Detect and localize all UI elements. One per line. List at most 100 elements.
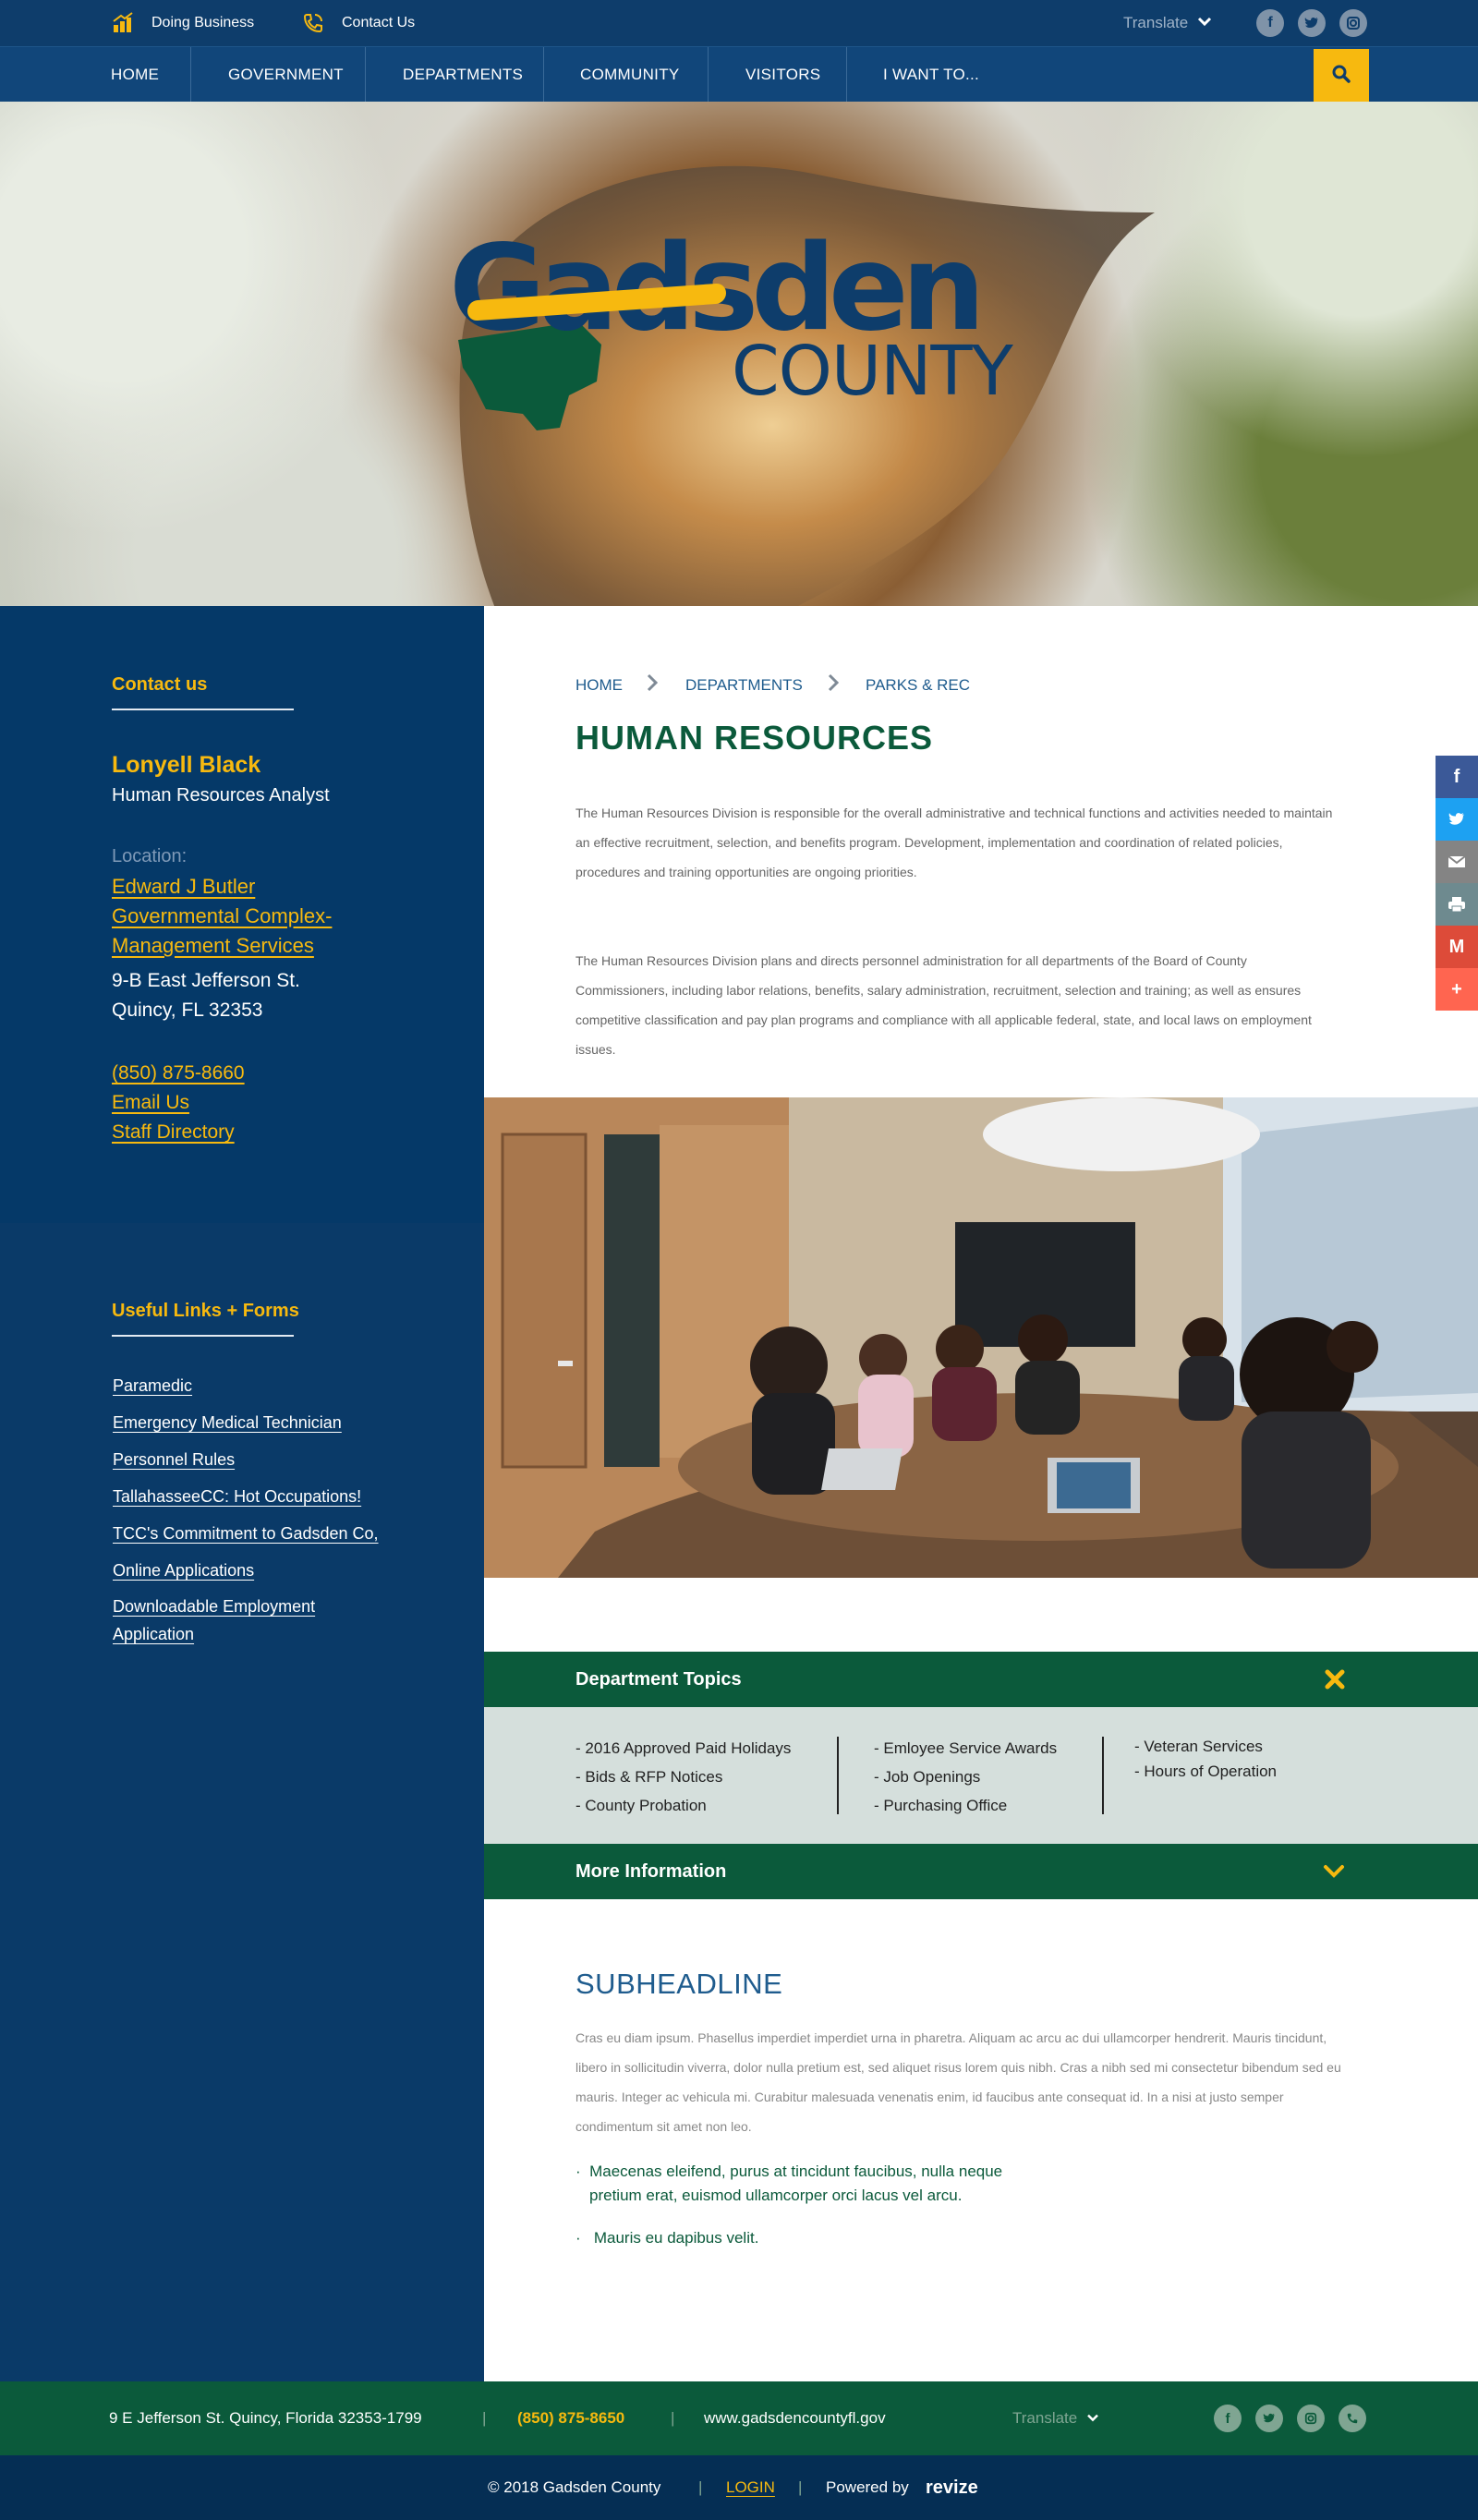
bullet-item: · Mauris eu dapibus velit. bbox=[575, 2226, 758, 2250]
share-email-icon[interactable] bbox=[1436, 841, 1478, 883]
contact-name: Lonyell Black bbox=[112, 752, 261, 778]
phone-link[interactable]: (850) 875-8660 bbox=[112, 1059, 245, 1088]
location-link-line: Edward J Butler bbox=[112, 875, 256, 898]
location-link[interactable]: Edward J Butler Governmental Complex- Ma… bbox=[112, 872, 332, 961]
link-downloadable-application-cont[interactable]: Application bbox=[113, 1625, 194, 1643]
bullet-item: · Maecenas eleifend, purus at tincidunt … bbox=[575, 2160, 1002, 2208]
topic-county-probation[interactable]: - County Probation bbox=[575, 1791, 791, 1820]
close-icon[interactable] bbox=[1325, 1669, 1345, 1690]
column-divider bbox=[837, 1737, 839, 1814]
address-line: 9-B East Jefferson St. bbox=[112, 970, 300, 991]
footer-address: 9 E Jefferson St. Quincy, Florida 32353-… bbox=[109, 2409, 422, 2427]
chevron-down-icon bbox=[1197, 14, 1212, 32]
email-link[interactable]: Email Us bbox=[112, 1088, 245, 1118]
link-personnel-rules[interactable]: Personnel Rules bbox=[113, 1450, 235, 1469]
location-link-line: Management Services bbox=[112, 934, 314, 957]
intro-paragraph-2: The Human Resources Division plans and d… bbox=[575, 953, 1312, 1057]
link-downloadable-application[interactable]: Downloadable Employment bbox=[113, 1597, 315, 1616]
nav-government[interactable]: GOVERNMENT bbox=[228, 47, 344, 103]
link-emt[interactable]: Emergency Medical Technician bbox=[113, 1413, 342, 1432]
footer-translate-label: Translate bbox=[1012, 2409, 1078, 2427]
nav-divider bbox=[365, 47, 366, 103]
useful-links-list: Paramedic Emergency Medical Technician P… bbox=[113, 1368, 379, 1649]
nav-i-want-to[interactable]: I WANT TO... bbox=[883, 47, 979, 103]
phone-icon bbox=[301, 11, 325, 35]
topic-veteran-services[interactable]: - Veteran Services bbox=[1134, 1734, 1277, 1759]
nav-community[interactable]: COMMUNITY bbox=[580, 47, 680, 103]
link-tcc-hot-occupations[interactable]: TallahasseeCC: Hot Occupations! bbox=[113, 1487, 361, 1506]
footer-phone-icon[interactable] bbox=[1339, 2405, 1366, 2432]
logo-wordmark-county: COUNTY bbox=[732, 332, 1013, 411]
footer-divider: | bbox=[671, 2409, 675, 2427]
bottom-bar: © 2018 Gadsden County | LOGIN | Powered … bbox=[0, 2455, 1478, 2520]
footer-translate[interactable]: Translate bbox=[1012, 2381, 1099, 2455]
department-topics-panel: - 2016 Approved Paid Holidays - Bids & R… bbox=[484, 1707, 1478, 1844]
location-label: Location: bbox=[112, 846, 188, 866]
footer: 9 E Jefferson St. Quincy, Florida 32353-… bbox=[0, 2381, 1478, 2455]
more-information-header[interactable]: More Information bbox=[484, 1844, 1478, 1899]
share-facebook-icon[interactable]: f bbox=[1436, 756, 1478, 798]
login-link[interactable]: LOGIN bbox=[726, 2455, 775, 2520]
chevron-right-icon bbox=[828, 673, 839, 692]
twitter-icon[interactable] bbox=[1298, 9, 1326, 37]
translate-dropdown[interactable]: Translate bbox=[1123, 0, 1212, 46]
heading-underline bbox=[112, 709, 294, 710]
footer-twitter-icon[interactable] bbox=[1255, 2405, 1283, 2432]
search-icon bbox=[1331, 64, 1351, 89]
link-paramedic[interactable]: Paramedic bbox=[113, 1376, 192, 1395]
topic-bids-rfp[interactable]: - Bids & RFP Notices bbox=[575, 1763, 791, 1791]
department-topics-header[interactable]: Department Topics bbox=[484, 1652, 1478, 1707]
instagram-icon[interactable] bbox=[1339, 9, 1367, 37]
doing-business-link[interactable]: Doing Business bbox=[111, 0, 254, 46]
more-information-title: More Information bbox=[575, 1860, 727, 1882]
breadcrumb-parks-rec[interactable]: PARKS & REC bbox=[866, 676, 970, 695]
chevron-down-icon bbox=[1087, 2414, 1099, 2422]
topic-service-awards[interactable]: - Emloyee Service Awards bbox=[874, 1734, 1057, 1763]
footer-phone[interactable]: (850) 875-8650 bbox=[517, 2381, 624, 2455]
staff-directory-link[interactable]: Staff Directory bbox=[112, 1118, 245, 1147]
footer-website[interactable]: www.gadsdencountyfl.gov bbox=[704, 2381, 886, 2455]
doing-business-label: Doing Business bbox=[151, 15, 255, 30]
office-meeting-photo bbox=[484, 1097, 1478, 1578]
breadcrumb-departments[interactable]: DEPARTMENTS bbox=[685, 676, 803, 695]
bullet-text-cont: pretium erat, euismod ullamcorper orci l… bbox=[589, 2187, 963, 2204]
share-gmail-icon[interactable]: M bbox=[1436, 926, 1478, 968]
nav-visitors[interactable]: VISITORS bbox=[745, 47, 820, 103]
facebook-icon[interactable]: f bbox=[1256, 9, 1284, 37]
nav-departments[interactable]: DEPARTMENTS bbox=[403, 47, 523, 103]
contact-links: (850) 875-8660 Email Us Staff Directory bbox=[112, 1059, 245, 1147]
footer-facebook-icon[interactable]: f bbox=[1214, 2405, 1242, 2432]
powered-by-label: Powered by bbox=[826, 2478, 909, 2496]
topic-purchasing-office[interactable]: - Purchasing Office bbox=[874, 1791, 1057, 1820]
topic-job-openings[interactable]: - Job Openings bbox=[874, 1763, 1057, 1791]
translate-label: Translate bbox=[1123, 14, 1189, 31]
share-more-icon[interactable]: + bbox=[1436, 968, 1478, 1011]
bullet-dot: · bbox=[575, 2229, 594, 2247]
contact-us-label: Contact Us bbox=[342, 15, 416, 30]
intro-paragraph-1: The Human Resources Division is responsi… bbox=[575, 806, 1333, 879]
footer-instagram-icon[interactable] bbox=[1297, 2405, 1325, 2432]
revize-logo[interactable]: revize bbox=[926, 2455, 978, 2520]
main-content: HOME DEPARTMENTS PARKS & REC HUMAN RESOU… bbox=[484, 606, 1478, 2381]
nav-divider bbox=[190, 47, 191, 103]
breadcrumb-home[interactable]: HOME bbox=[575, 676, 623, 695]
contact-panel: Contact us Lonyell Black Human Resources… bbox=[0, 606, 484, 1223]
topic-paid-holidays[interactable]: - 2016 Approved Paid Holidays bbox=[575, 1734, 791, 1763]
bullet-text: Maecenas eleifend, purus at tincidunt fa… bbox=[589, 2163, 1003, 2180]
share-print-icon[interactable] bbox=[1436, 883, 1478, 926]
page-title: HUMAN RESOURCES bbox=[575, 719, 934, 757]
link-tcc-commitment[interactable]: TCC's Commitment to Gadsden Co, bbox=[113, 1524, 379, 1543]
topic-hours-of-operation[interactable]: - Hours of Operation bbox=[1134, 1759, 1277, 1784]
main-navigation: HOME GOVERNMENT DEPARTMENTS COMMUNITY VI… bbox=[0, 46, 1478, 103]
share-twitter-icon[interactable] bbox=[1436, 798, 1478, 841]
top-utility-bar: Doing Business Contact Us Translate f bbox=[0, 0, 1478, 46]
chevron-down-icon[interactable] bbox=[1323, 1864, 1345, 1879]
bullet-dot: · bbox=[575, 2163, 590, 2180]
nav-home[interactable]: HOME bbox=[111, 47, 159, 103]
link-online-applications[interactable]: Online Applications bbox=[113, 1561, 254, 1580]
footer-divider: | bbox=[798, 2478, 803, 2496]
subheadline: SUBHEADLINE bbox=[575, 1968, 783, 2000]
search-button[interactable] bbox=[1314, 49, 1369, 103]
nav-divider bbox=[543, 47, 544, 103]
contact-us-link[interactable]: Contact Us bbox=[301, 0, 415, 46]
